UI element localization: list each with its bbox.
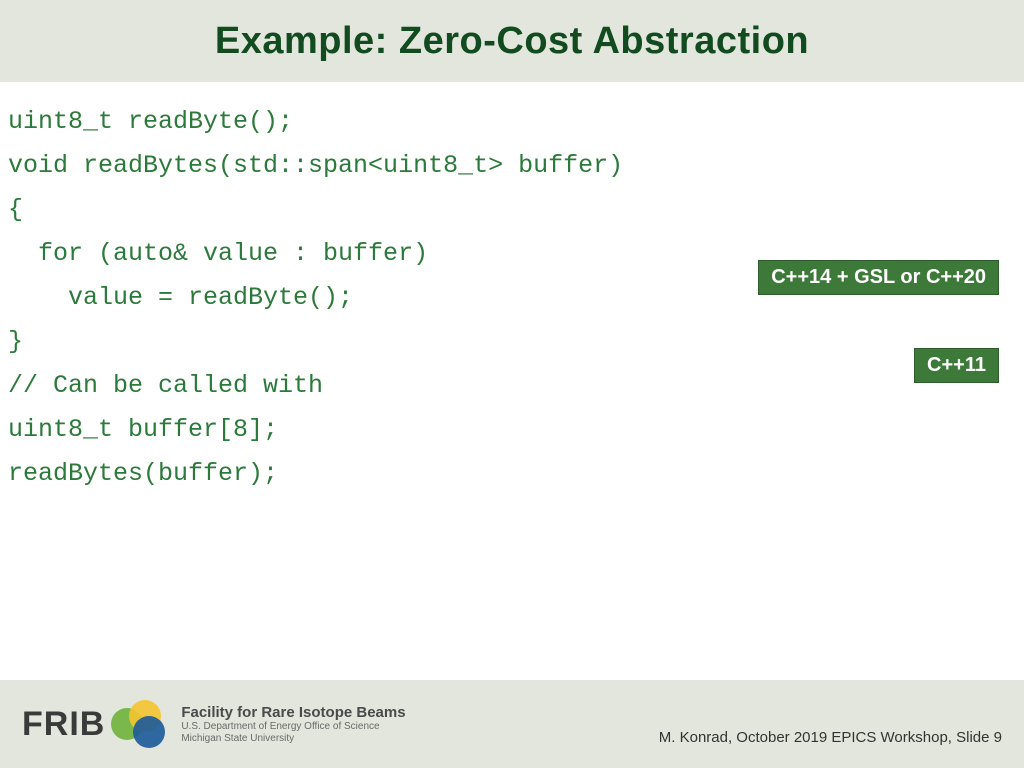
code-line: {	[8, 188, 1016, 232]
code-line: void readBytes(std::span<uint8_t> buffer…	[8, 144, 1016, 188]
slide-header: Example: Zero-Cost Abstraction	[0, 0, 1024, 82]
version-badge-span: C++14 + GSL or C++20	[758, 260, 999, 295]
frib-logo-icon	[111, 700, 171, 748]
code-line: readBytes(buffer);	[8, 452, 1016, 496]
code-line: uint8_t buffer[8];	[8, 408, 1016, 452]
facility-subline: U.S. Department of Energy Office of Scie…	[181, 721, 405, 733]
frib-logo: FRIB	[22, 700, 171, 748]
code-line: // Can be called with	[8, 364, 1016, 408]
version-badge-rangefor: C++11	[914, 348, 999, 383]
facility-name: Facility for Rare Isotope Beams	[181, 704, 405, 721]
facility-text-block: Facility for Rare Isotope Beams U.S. Dep…	[181, 704, 405, 745]
code-line: uint8_t readByte();	[8, 100, 1016, 144]
code-line: }	[8, 320, 1016, 364]
slide-footer: FRIB Facility for Rare Isotope Beams U.S…	[0, 680, 1024, 768]
slide-attribution: M. Konrad, October 2019 EPICS Workshop, …	[659, 729, 1002, 746]
frib-logo-text: FRIB	[22, 705, 105, 744]
slide-title: Example: Zero-Cost Abstraction	[215, 20, 809, 63]
facility-subline: Michigan State University	[181, 733, 405, 745]
slide-content: uint8_t readByte(); void readBytes(std::…	[0, 82, 1024, 680]
